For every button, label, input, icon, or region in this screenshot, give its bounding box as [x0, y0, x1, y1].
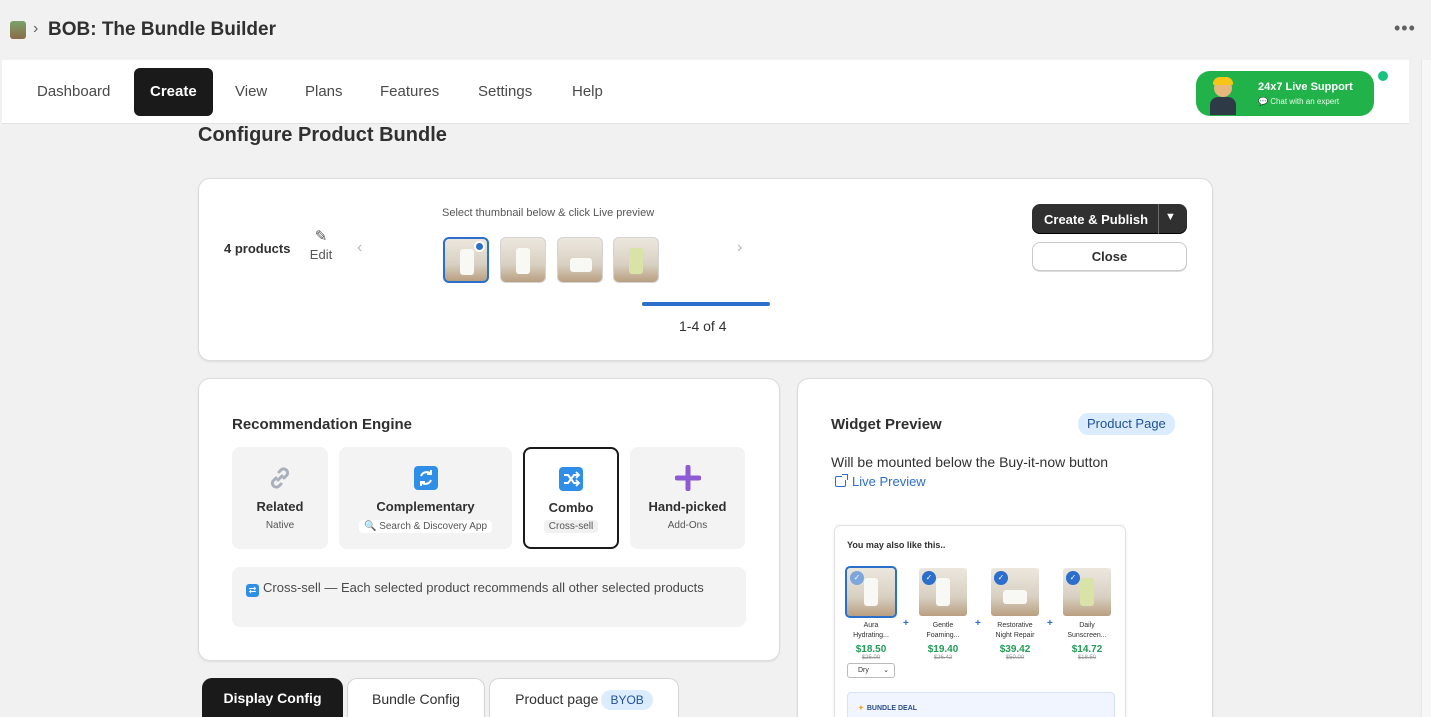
thumbs-prev-arrow-icon[interactable]: ‹	[357, 239, 362, 257]
engine-option-hand-picked[interactable]: Hand-picked Add-Ons	[630, 447, 745, 549]
thumbnail-hint: Select thumbnail below & click Live prev…	[442, 207, 655, 219]
recommendation-engine-card: Recommendation Engine Related Native Com…	[198, 378, 780, 661]
nav-create[interactable]: Create	[134, 68, 213, 116]
breadcrumb-chevron-icon: ›	[33, 20, 39, 37]
product-thumbnail[interactable]	[557, 237, 603, 283]
products-count: 4 products	[224, 241, 291, 256]
external-link-icon	[835, 474, 848, 487]
engine-sub: Native	[265, 520, 295, 531]
nav-settings[interactable]: Settings	[462, 68, 548, 116]
support-agent-avatar	[1206, 77, 1240, 115]
recommendation-engine-title: Recommendation Engine	[232, 416, 413, 433]
plus-icon	[630, 464, 745, 492]
app-title: BOB: The Bundle Builder	[48, 19, 276, 40]
placement-badge: Product Page	[1078, 413, 1175, 435]
shuffle-icon: ⇄	[246, 584, 259, 597]
app-logo-icon[interactable]	[10, 21, 26, 39]
more-menu-icon[interactable]: •••	[1394, 18, 1416, 39]
engine-name: Hand-picked	[648, 499, 727, 514]
refresh-icon	[339, 465, 512, 491]
widget-product-item[interactable]: ✓ Daily Sunscreen... $14.72 $18.50	[1062, 568, 1112, 661]
live-support-button[interactable]: 24x7 Live Support 💬 Chat with an expert	[1196, 71, 1374, 116]
check-icon: ✓	[850, 571, 864, 585]
link-icon	[232, 465, 328, 491]
engine-option-combo[interactable]: Combo Cross-sell	[523, 447, 619, 549]
byob-badge: BYOB	[601, 690, 653, 710]
engine-description-note: ⇄ Cross-sell — Each selected product reco…	[232, 567, 746, 627]
create-publish-button[interactable]: Create & Publish ▼	[1032, 204, 1187, 234]
engine-name: Related	[256, 499, 304, 514]
engine-option-complementary[interactable]: Complementary 🔍 Search & Discovery App	[339, 447, 512, 549]
tab-product-page[interactable]: Product page BYOB	[489, 678, 679, 717]
widget-product-item[interactable]: ✓ Restorative Night Repair $39.42 $50.00	[990, 568, 1040, 661]
plus-icon: +	[1047, 618, 1053, 629]
check-icon: ✓	[922, 571, 936, 585]
page-scrollbar[interactable]	[1421, 60, 1431, 717]
main-nav: Dashboard Create View Plans Features Set…	[2, 60, 1409, 124]
caret-down-icon[interactable]: ▼	[1165, 211, 1176, 223]
tab-product-page-label: Product page	[515, 691, 599, 707]
engine-name: Complementary	[376, 499, 475, 514]
nav-view[interactable]: View	[219, 68, 283, 116]
widget-preview-title: Widget Preview	[831, 416, 942, 433]
product-thumbnail[interactable]	[443, 237, 489, 283]
create-publish-label: Create & Publish	[1044, 212, 1149, 227]
engine-sub: 🔍 Search & Discovery App	[339, 520, 512, 533]
widget-preview-frame: You may also like this.. ✓ Aura Hydrating…	[834, 525, 1126, 717]
close-button[interactable]: Close	[1032, 242, 1187, 271]
edit-products-button[interactable]: ✎ Edit	[307, 228, 335, 263]
support-subtitle: 💬 Chat with an expert	[1258, 97, 1340, 106]
check-icon: ✓	[994, 571, 1008, 585]
plus-icon: +	[975, 618, 981, 629]
page-title: Configure Product Bundle	[198, 124, 447, 146]
engine-sub: Cross-sell	[525, 520, 617, 533]
widget-product-item[interactable]: ✓ Aura Hydrating... $18.50 $25.00	[845, 566, 897, 661]
top-bar: › BOB: The Bundle Builder •••	[0, 0, 1431, 60]
edit-label: Edit	[309, 247, 333, 262]
thumbs-progress-bar	[642, 302, 770, 306]
bundle-products-card: 4 products ✎ Edit ‹ Select thumbnail bel…	[198, 178, 1213, 361]
engine-sub: Add-Ons	[667, 520, 708, 531]
chevron-down-icon: ⌄	[883, 667, 889, 674]
engine-option-related[interactable]: Related Native	[232, 447, 328, 549]
tab-display-config[interactable]: Display Config	[202, 678, 343, 717]
nav-plans[interactable]: Plans	[289, 68, 359, 116]
live-preview-link[interactable]: Live Preview	[835, 474, 926, 489]
widget-preview-card: Widget Preview Product Page Will be moun…	[797, 378, 1213, 717]
check-icon: ✓	[1066, 571, 1080, 585]
plus-icon: +	[903, 618, 909, 629]
sparkle-icon: ✦	[858, 705, 864, 712]
selected-radio-icon	[474, 241, 485, 252]
widget-heading: You may also like this..	[847, 540, 946, 550]
widget-product-item[interactable]: ✓ Gentle Foaming... $19.40 $26.42	[918, 568, 968, 661]
nav-dashboard[interactable]: Dashboard	[21, 68, 126, 116]
engine-name: Combo	[548, 500, 594, 515]
product-thumbnail[interactable]	[613, 237, 659, 283]
thumbs-pager: 1-4 of 4	[679, 318, 727, 334]
pencil-icon: ✎	[314, 228, 328, 245]
support-title: 24x7 Live Support	[1258, 81, 1353, 93]
bundle-deal-box: ✦ BUNDLE DEAL	[847, 692, 1115, 717]
tab-bundle-config[interactable]: Bundle Config	[347, 678, 485, 717]
nav-help[interactable]: Help	[556, 68, 619, 116]
variant-select[interactable]: Dry ⌄	[847, 663, 895, 678]
online-status-icon	[1376, 69, 1390, 83]
mount-description: Will be mounted below the Buy-it-now but…	[831, 454, 1109, 470]
shuffle-icon	[525, 466, 617, 492]
thumbs-next-arrow-icon[interactable]: ›	[737, 239, 742, 257]
nav-features[interactable]: Features	[364, 68, 455, 116]
product-thumbnail[interactable]	[500, 237, 546, 283]
